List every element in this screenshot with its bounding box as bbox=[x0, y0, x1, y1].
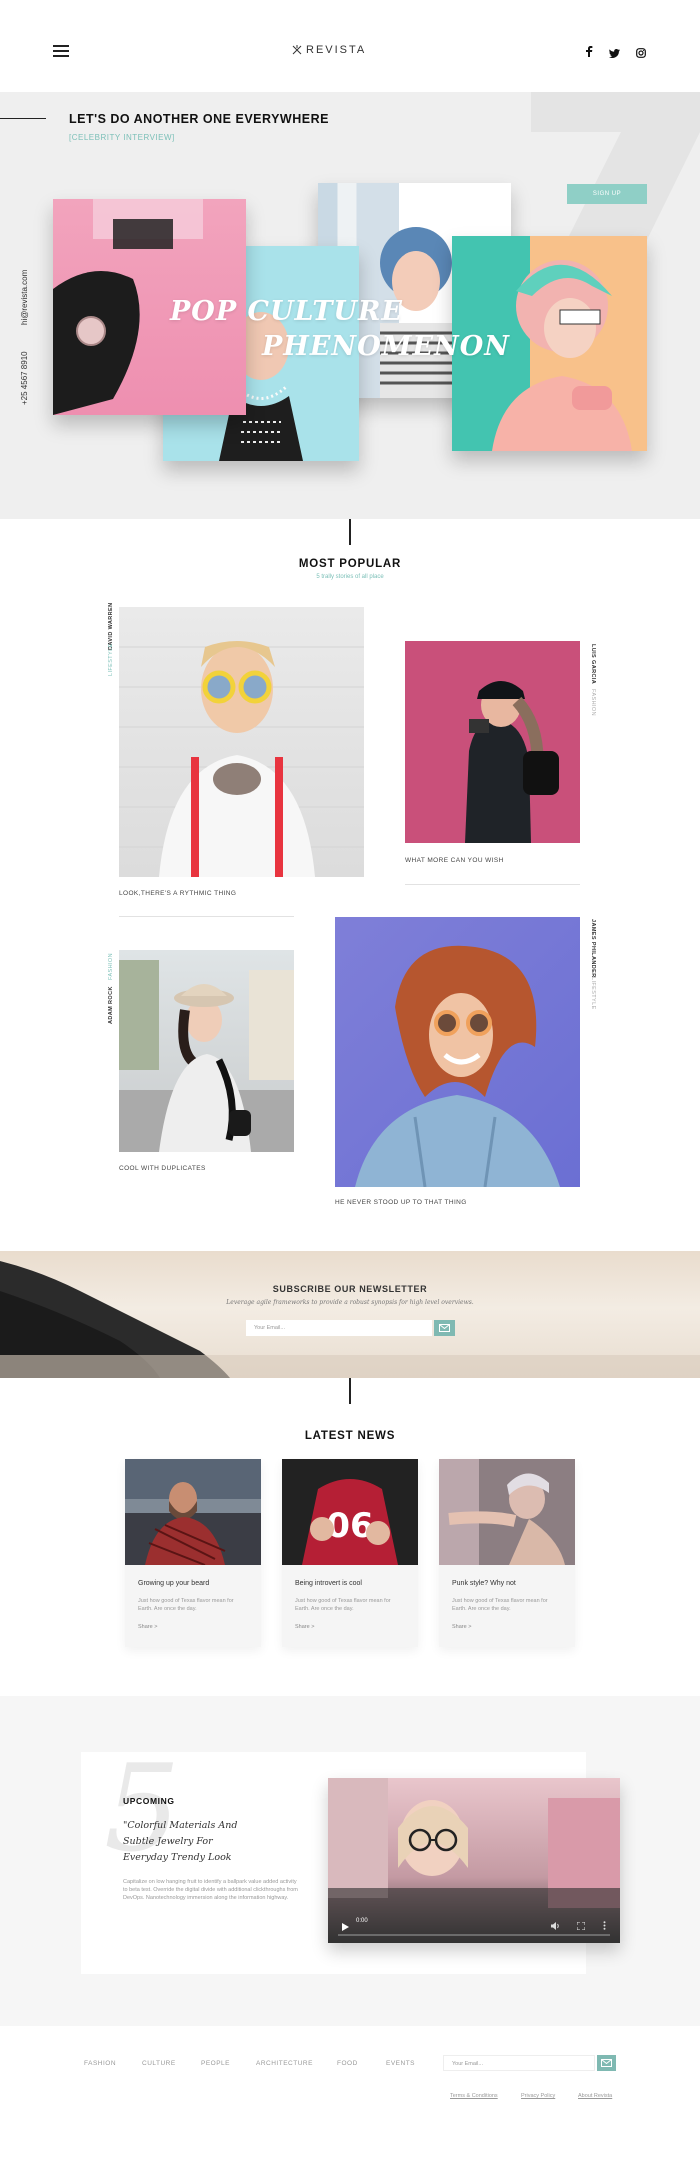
popular-author-2: LUIS GARCIA bbox=[590, 644, 596, 685]
facebook-icon[interactable] bbox=[585, 44, 593, 62]
signup-button[interactable]: SIGN UP bbox=[567, 184, 647, 204]
news-card-title-3[interactable]: Punk style? Why not bbox=[452, 1580, 516, 1587]
news-card-image-2: 06 bbox=[282, 1459, 418, 1565]
popular-caption-3[interactable]: COOL WITH DUPLICATES bbox=[119, 1165, 206, 1172]
footer-link-terms[interactable]: Terms & Conditions bbox=[450, 2093, 498, 2099]
popular-divider-2 bbox=[405, 884, 580, 885]
more-options-icon[interactable] bbox=[603, 1917, 606, 1935]
footer-nav-events[interactable]: EVENTS bbox=[386, 2060, 415, 2067]
footer-nav-fashion[interactable]: FASHION bbox=[84, 2060, 116, 2067]
news-card-title-2[interactable]: Being introvert is cool bbox=[295, 1580, 362, 1587]
popular-caption-1[interactable]: LOOK,THERE'S A RYTHMIC THING bbox=[119, 890, 236, 897]
footer-email-input[interactable]: Your Email... bbox=[443, 2055, 595, 2071]
popular-author-4: JAMES PHILANDER bbox=[590, 919, 596, 978]
newsletter-title: SUBSCRIBE OUR NEWSLETTER bbox=[272, 1284, 428, 1294]
news-card-link-3[interactable]: Share > bbox=[452, 1624, 471, 1630]
section-divider bbox=[349, 519, 351, 545]
video-time: 0:00 bbox=[356, 1918, 368, 1924]
upcoming-quote: "Colorful Materials And Subtle Jewelry F… bbox=[123, 1820, 238, 1863]
video-progress-bar[interactable] bbox=[338, 1934, 610, 1936]
newsletter-subtitle: Leverage agile frameworks to provide a r… bbox=[226, 1299, 474, 1306]
news-card-3[interactable]: Punk style? Why not Just how good of Tex… bbox=[439, 1459, 575, 1647]
footer-link-privacy[interactable]: Privacy Policy bbox=[521, 2093, 555, 2099]
popular-photo-1[interactable] bbox=[119, 607, 364, 877]
popular-title: MOST POPULAR bbox=[298, 558, 402, 570]
footer-link-about[interactable]: About Revista bbox=[578, 2093, 612, 2099]
popular-author-3: ADAM ROCK bbox=[108, 986, 114, 1024]
news-card-1[interactable]: Growing up your beard Just how good of T… bbox=[125, 1459, 261, 1647]
hero-rule bbox=[0, 118, 46, 119]
popular-subtitle: 5 trally stories of all place bbox=[316, 574, 384, 580]
menu-icon[interactable] bbox=[53, 42, 69, 60]
volume-icon[interactable] bbox=[551, 1917, 560, 1935]
news-card-link-2[interactable]: Share > bbox=[295, 1624, 314, 1630]
logo[interactable]: REVISTA bbox=[292, 44, 366, 56]
popular-photo-2[interactable] bbox=[405, 641, 580, 843]
popular-divider-1 bbox=[119, 916, 294, 917]
popular-photo-4[interactable] bbox=[335, 917, 580, 1187]
popular-tag-3[interactable]: FASHION bbox=[108, 953, 114, 980]
logo-text: REVISTA bbox=[306, 44, 367, 56]
popular-photo-3[interactable] bbox=[119, 950, 294, 1152]
footer-nav-culture[interactable]: CULTURE bbox=[142, 2060, 176, 2067]
news-card-2[interactable]: 06 Being introvert is cool Just how good… bbox=[282, 1459, 418, 1647]
newsletter-email-input[interactable]: Your Email... bbox=[246, 1320, 432, 1336]
newsletter-submit-button[interactable] bbox=[434, 1320, 455, 1336]
news-card-link-1[interactable]: Share > bbox=[138, 1624, 157, 1630]
upcoming-label: UPCOMING bbox=[123, 1796, 175, 1806]
news-card-title-1[interactable]: Growing up your beard bbox=[138, 1580, 209, 1587]
popular-tag-2[interactable]: FASHION bbox=[590, 689, 596, 716]
newsletter-section bbox=[0, 1251, 700, 1378]
section-divider-2 bbox=[349, 1378, 351, 1404]
hero-headline-line1: POP CULTURE bbox=[170, 296, 403, 327]
popular-tag-4[interactable]: LIFESTYLE bbox=[590, 977, 596, 1010]
twitter-icon[interactable] bbox=[609, 45, 620, 63]
footer-nav-food[interactable]: FOOD bbox=[337, 2060, 358, 2067]
popular-caption-4[interactable]: HE NEVER STOOD UP TO THAT THING bbox=[335, 1199, 467, 1206]
news-card-text-1: Just how good of Texas flavor mean for E… bbox=[138, 1598, 234, 1612]
footer-nav-people[interactable]: PEOPLE bbox=[201, 2060, 230, 2067]
logo-icon bbox=[292, 45, 302, 55]
hero-subtitle: [CELEBRITY INTERVIEW] bbox=[69, 133, 175, 142]
latest-news-title: LATEST NEWS bbox=[304, 1430, 396, 1442]
hero-title: LET'S DO ANOTHER ONE EVERYWHERE bbox=[69, 112, 329, 126]
contact-phone: +25 4567 8910 bbox=[20, 351, 29, 405]
hero-headline-line2: PHENOMENON bbox=[262, 331, 510, 362]
news-card-image-1 bbox=[125, 1459, 261, 1565]
footer-nav-architecture[interactable]: ARCHITECTURE bbox=[256, 2060, 313, 2067]
news-card-text-3: Just how good of Texas flavor mean for E… bbox=[452, 1598, 548, 1612]
instagram-icon[interactable] bbox=[636, 45, 646, 63]
envelope-icon bbox=[439, 1324, 450, 1332]
news-card-image-3 bbox=[439, 1459, 575, 1565]
footer-submit-button[interactable] bbox=[597, 2055, 616, 2071]
footer-envelope-icon bbox=[601, 2059, 612, 2067]
contact-email[interactable]: hi@revista.com bbox=[20, 270, 29, 325]
news-card-text-2: Just how good of Texas flavor mean for E… bbox=[295, 1598, 391, 1612]
popular-tag-1-label[interactable]: LIFESTYLE bbox=[108, 643, 114, 676]
fullscreen-icon[interactable] bbox=[576, 1917, 586, 1935]
upcoming-text: Capitalize on low hanging fruit to ident… bbox=[123, 1879, 298, 1901]
popular-caption-2[interactable]: WHAT MORE CAN YOU WISH bbox=[405, 857, 504, 864]
